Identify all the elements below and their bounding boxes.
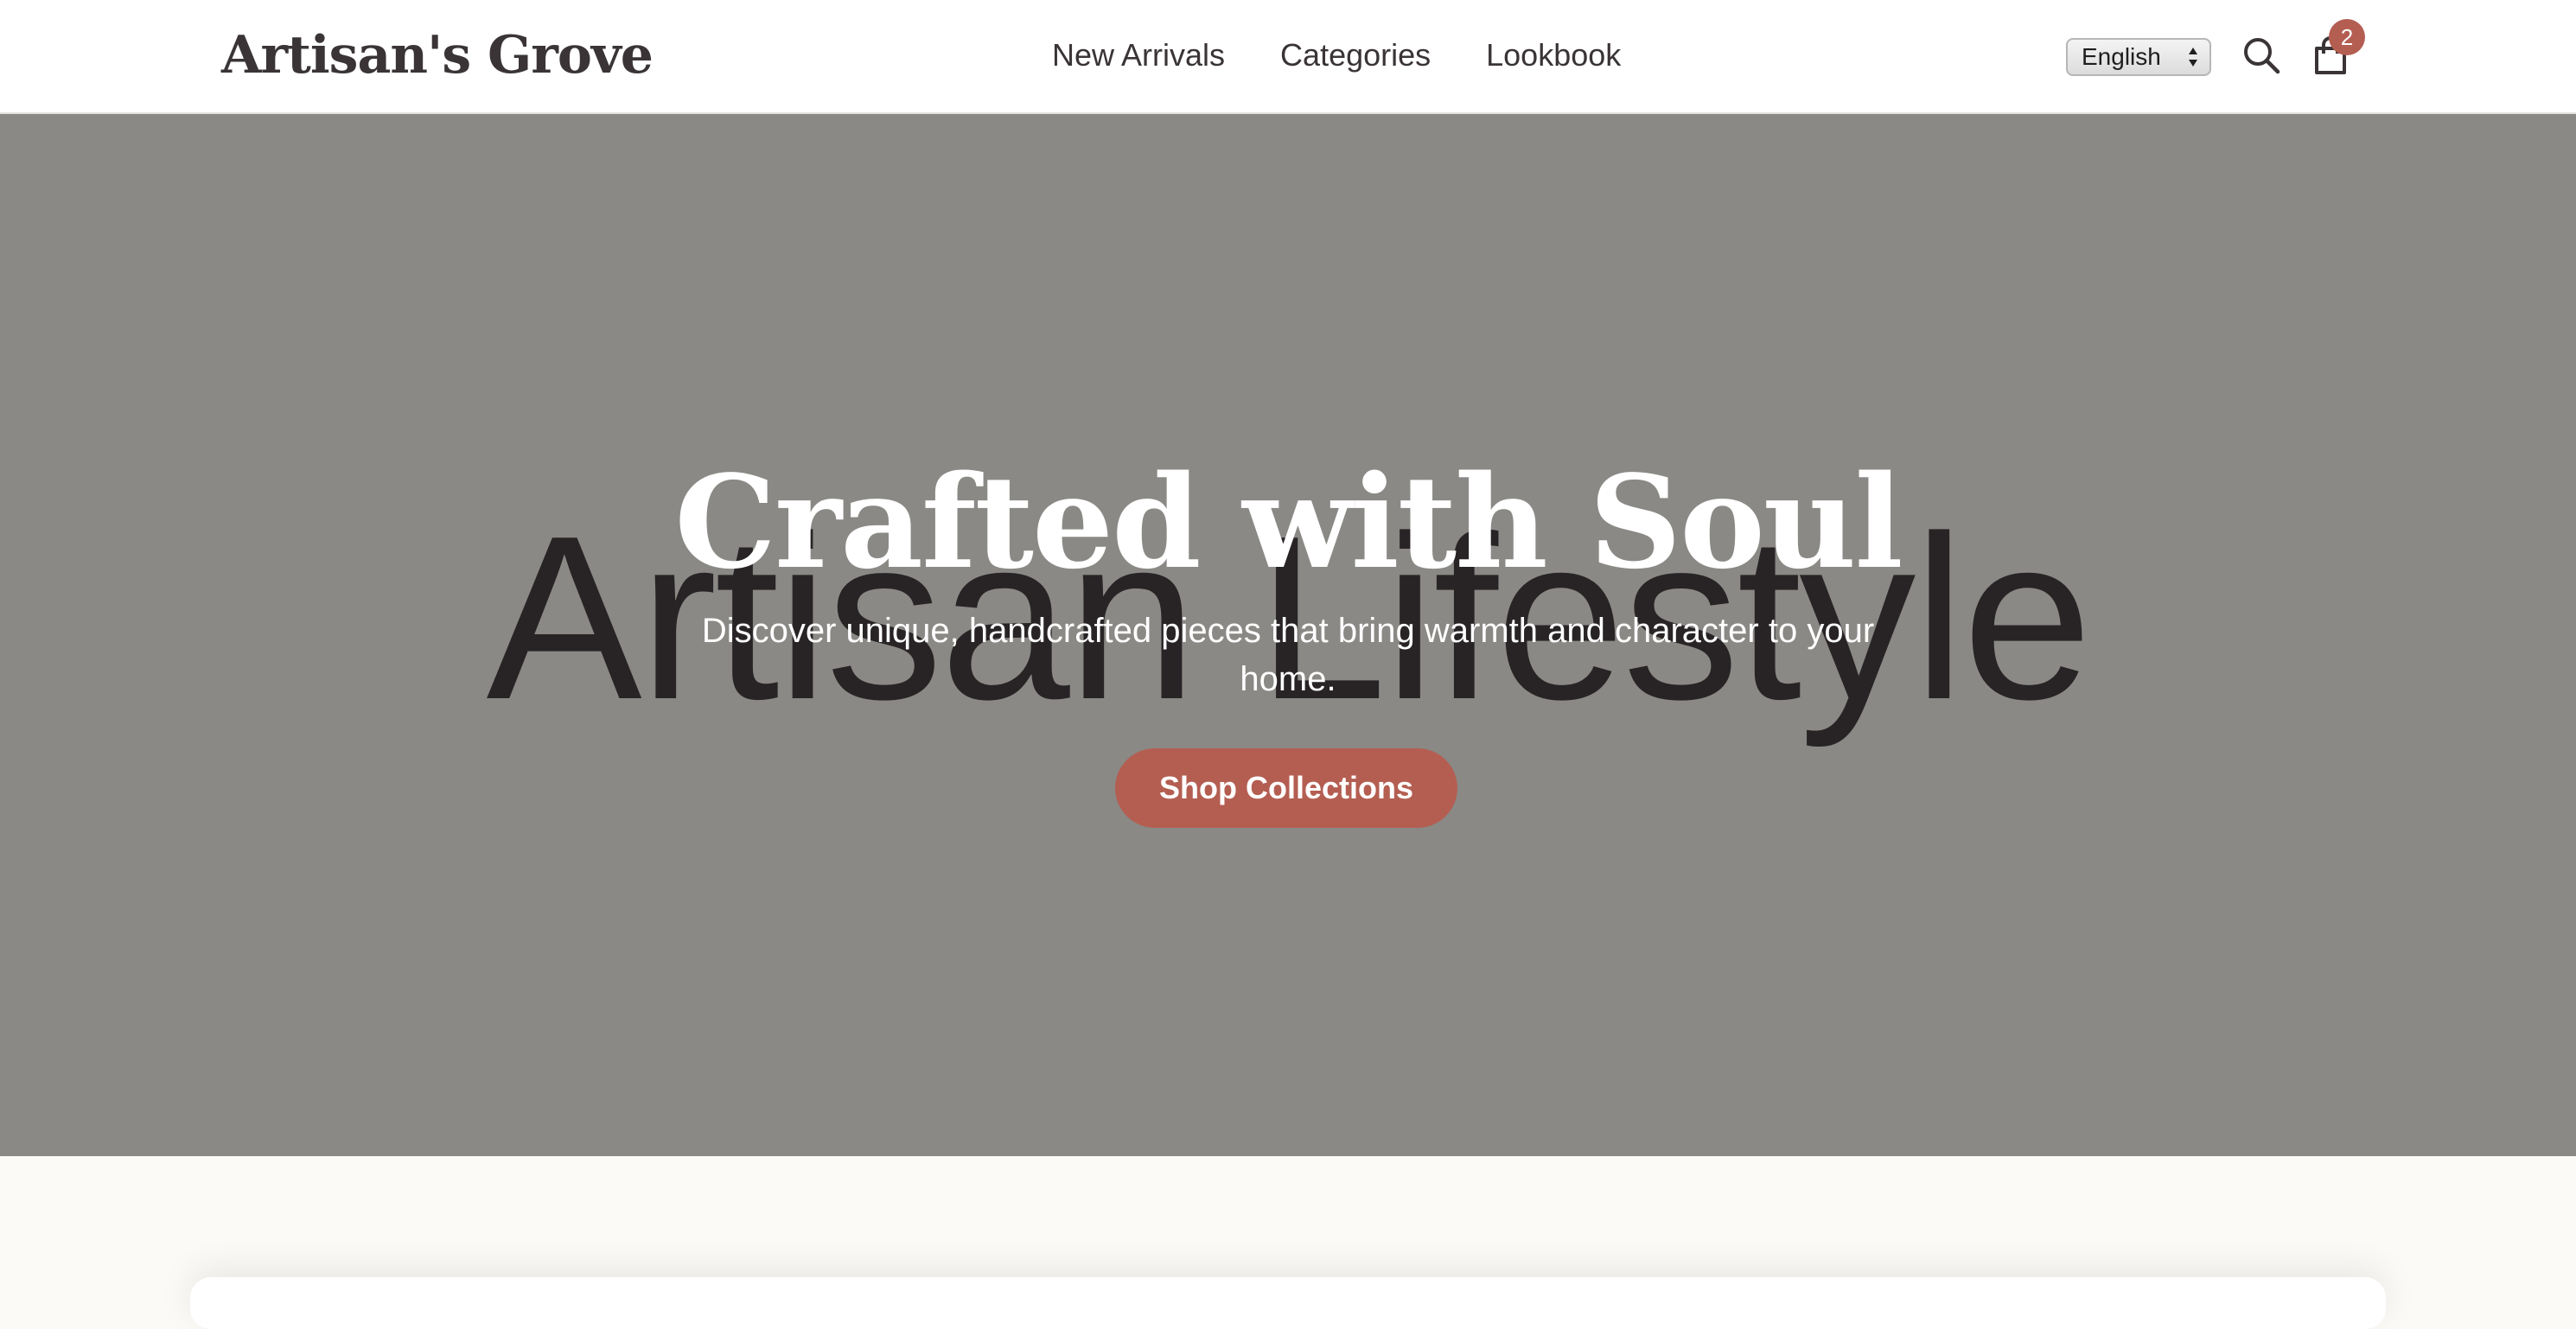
nav-new-arrivals[interactable]: New Arrivals (1052, 31, 1225, 79)
cart-count-badge: 2 (2329, 19, 2365, 55)
site-header: Artisan's Grove New Arrivals Categories … (0, 0, 2576, 114)
select-arrows-icon (2189, 48, 2197, 67)
search-button[interactable] (2241, 35, 2282, 76)
content-section (0, 1156, 2576, 1329)
search-icon (2244, 38, 2280, 74)
nav-categories[interactable]: Categories (1280, 31, 1431, 79)
site-logo[interactable]: Artisan's Grove (221, 19, 654, 92)
nav-lookbook[interactable]: Lookbook (1486, 31, 1621, 79)
shop-collections-button[interactable]: Shop Collections (1115, 748, 1457, 828)
language-select-value: English (2082, 43, 2161, 70)
hero-subtitle: Discover unique, handcrafted pieces that… (701, 612, 1875, 698)
content-card (190, 1277, 2386, 1329)
hero-banner: Artisan Lifestyle Crafted with Soul Disc… (0, 114, 2576, 1156)
language-select[interactable]: English (2066, 38, 2211, 76)
hero-title: Crafted with Soul (674, 447, 1903, 597)
main-nav: New Arrivals Categories Lookbook (1052, 31, 1621, 79)
